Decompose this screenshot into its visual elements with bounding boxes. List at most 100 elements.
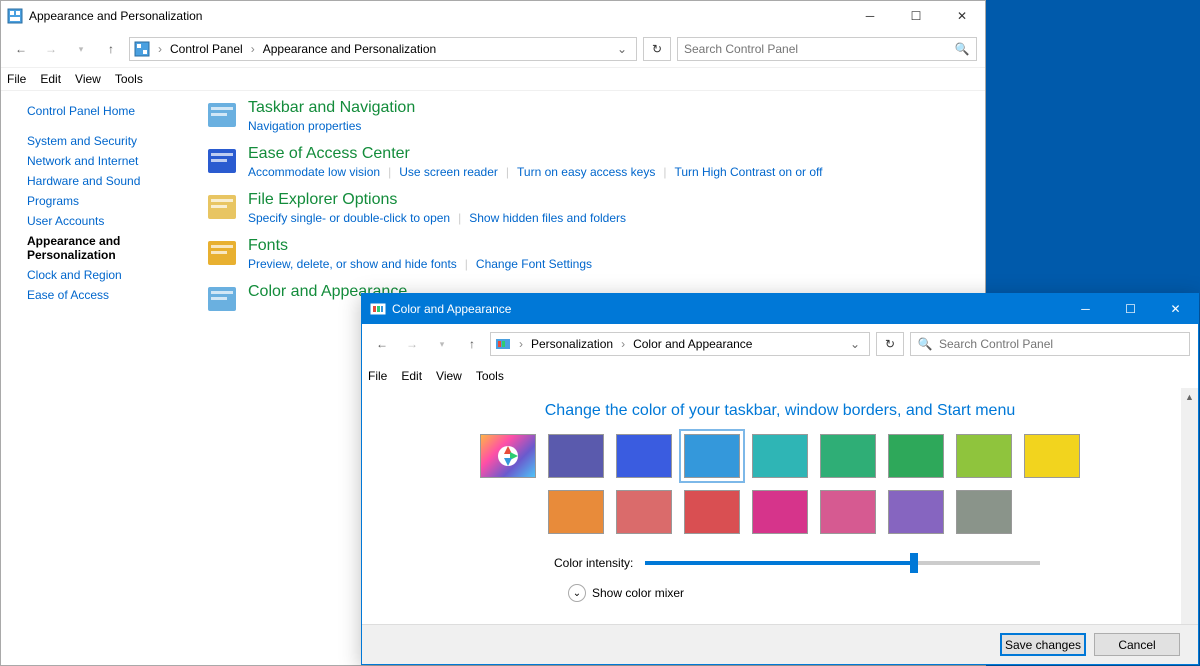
color-swatch[interactable] [684,490,740,534]
sidebar-item[interactable]: Ease of Access [27,285,186,305]
category-icon [206,145,238,177]
save-changes-button[interactable]: Save changes [1000,633,1086,656]
category-link[interactable]: Navigation properties [248,119,361,133]
search-input[interactable] [684,42,954,56]
sidebar-item[interactable]: Programs [27,191,186,211]
menu-tools[interactable]: Tools [115,72,143,86]
address-bar: ← → ▾ ↑ › Control Panel › Appearance and… [1,31,985,67]
control-panel-icon [134,41,150,57]
address-field[interactable]: › Control Panel › Appearance and Persona… [129,37,637,61]
titlebar: Color and Appearance ─ ☐ ✕ [362,294,1198,324]
color-swatch[interactable] [956,434,1012,478]
category-row: Fonts Preview, delete, or show and hide f… [206,237,965,271]
menu-tools[interactable]: Tools [476,369,504,383]
minimize-button[interactable]: ─ [847,1,893,31]
address-field[interactable]: › Personalization › Color and Appearance… [490,332,870,356]
color-swatch[interactable] [752,434,808,478]
color-swatch[interactable] [820,490,876,534]
category-row: Ease of Access Center Accommodate low vis… [206,145,965,179]
menu-file[interactable]: File [7,72,26,86]
slider-thumb[interactable] [910,553,918,573]
category-icon [206,99,238,131]
address-dropdown[interactable]: ⌄ [845,337,865,351]
sidebar-item[interactable]: Network and Internet [27,151,186,171]
titlebar: Appearance and Personalization ─ ☐ ✕ [1,1,985,31]
sidebar-item[interactable]: Clock and Region [27,265,186,285]
breadcrumb-item[interactable]: Personalization [531,337,613,351]
sidebar-item[interactable]: Hardware and Sound [27,171,186,191]
address-dropdown[interactable]: ⌄ [612,42,632,56]
category-link[interactable]: Accommodate low vision [248,165,380,179]
category-link[interactable]: Specify single- or double-click to open [248,211,450,225]
color-mixer-toggle[interactable]: ⌄ Show color mixer [520,584,1040,602]
sidebar-item[interactable]: Appearance and Personalization [27,231,186,265]
chevron-down-icon: ⌄ [568,584,586,602]
color-swatch[interactable] [888,434,944,478]
sidebar-home[interactable]: Control Panel Home [27,101,186,121]
minimize-button[interactable]: ─ [1063,294,1108,324]
maximize-button[interactable]: ☐ [1108,294,1153,324]
color-swatch[interactable] [616,434,672,478]
category-link[interactable]: Show hidden files and folders [469,211,626,225]
category-title[interactable]: Ease of Access Center [248,145,823,163]
menu-view[interactable]: View [75,72,101,86]
window-title: Color and Appearance [392,302,1063,316]
category-link[interactable]: Preview, delete, or show and hide fonts [248,257,457,271]
category-links: Specify single- or double-click to open|… [248,211,626,225]
personalization-icon [495,336,511,352]
maximize-button[interactable]: ☐ [893,1,939,31]
color-swatch[interactable] [956,490,1012,534]
search-icon[interactable]: 🔍 [954,42,970,56]
breadcrumb-item[interactable]: Color and Appearance [633,337,752,351]
color-swatch[interactable] [1024,434,1080,478]
refresh-button[interactable]: ↻ [876,332,904,356]
category-link[interactable]: Change Font Settings [476,257,592,271]
color-swatch[interactable] [888,490,944,534]
search-box[interactable]: 🔍 [910,332,1190,356]
menu-bar: File Edit View Tools [362,364,1198,388]
color-swatch[interactable] [548,434,604,478]
back-button[interactable]: ← [370,332,394,356]
close-button[interactable]: ✕ [939,1,985,31]
breadcrumb-item[interactable]: Appearance and Personalization [263,42,436,56]
menu-edit[interactable]: Edit [40,72,61,86]
category-row: File Explorer Options Specify single- or … [206,191,965,225]
scroll-up-icon[interactable]: ▲ [1181,388,1198,405]
category-title[interactable]: File Explorer Options [248,191,626,209]
scrollbar[interactable]: ▲ [1181,388,1198,624]
category-row: Taskbar and Navigation Navigation propert… [206,99,965,133]
category-title[interactable]: Fonts [248,237,592,255]
forward-button[interactable]: → [39,37,63,61]
up-button[interactable]: ↑ [99,37,123,61]
menu-file[interactable]: File [368,369,387,383]
menu-edit[interactable]: Edit [401,369,422,383]
breadcrumb-separator: › [158,42,162,56]
recent-dropdown[interactable]: ▾ [69,37,93,61]
breadcrumb-item[interactable]: Control Panel [170,42,243,56]
category-link[interactable]: Use screen reader [399,165,498,179]
menu-view[interactable]: View [436,369,462,383]
cancel-button[interactable]: Cancel [1094,633,1180,656]
search-box[interactable]: 🔍 [677,37,977,61]
color-swatch[interactable] [752,490,808,534]
category-link[interactable]: Turn on easy access keys [517,165,655,179]
mixer-label: Show color mixer [592,586,684,600]
color-swatch[interactable] [684,434,740,478]
category-title[interactable]: Taskbar and Navigation [248,99,415,117]
color-swatch[interactable] [480,434,536,478]
sidebar-item[interactable]: User Accounts [27,211,186,231]
color-swatch[interactable] [548,490,604,534]
back-button[interactable]: ← [9,37,33,61]
category-link[interactable]: Turn High Contrast on or off [674,165,822,179]
color-swatch[interactable] [616,490,672,534]
sidebar-item[interactable]: System and Security [27,131,186,151]
category-links: Navigation properties [248,119,415,133]
color-swatch[interactable] [820,434,876,478]
forward-button[interactable]: → [400,332,424,356]
search-input[interactable] [939,337,1183,351]
up-button[interactable]: ↑ [460,332,484,356]
refresh-button[interactable]: ↻ [643,37,671,61]
close-button[interactable]: ✕ [1153,294,1198,324]
intensity-slider[interactable] [645,561,1040,565]
recent-dropdown[interactable]: ▾ [430,332,454,356]
